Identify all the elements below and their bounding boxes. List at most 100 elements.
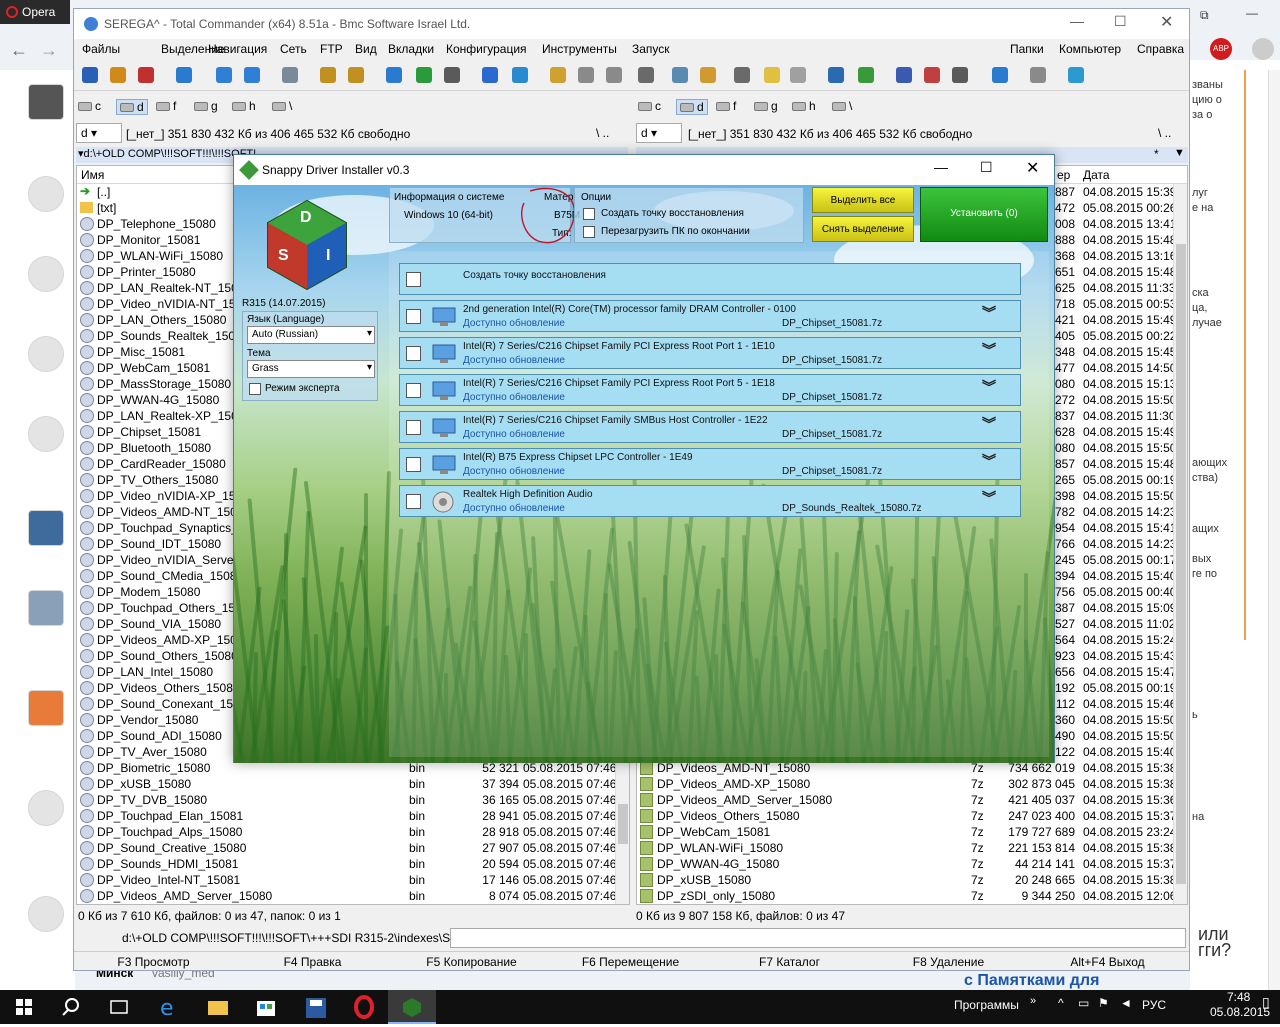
forward-icon[interactable]: →	[40, 40, 58, 61]
toolbar-button-icon[interactable]	[416, 67, 432, 83]
table-row[interactable]: DP_Sound_Creative_15080 bin 27 907 05.08.20…	[77, 840, 616, 856]
left-drive-d[interactable]: d	[116, 99, 148, 115]
toolbar-button-icon[interactable]	[482, 67, 498, 83]
reboot-checkbox[interactable]	[583, 226, 595, 238]
right-scrollbar[interactable]	[1173, 184, 1187, 904]
drive-select-left[interactable]: d ▾	[76, 123, 122, 143]
sdi-close-icon[interactable]: ✕	[1026, 158, 1039, 178]
feed-link[interactable]: с Памятками для	[964, 972, 1099, 990]
driver-checkbox[interactable]	[406, 383, 421, 398]
toolbar-button-icon[interactable]	[320, 67, 336, 83]
toolbar-button-icon[interactable]	[550, 67, 566, 83]
expand-chevron-icon[interactable]: ︾	[982, 343, 996, 357]
toolbar-button-icon[interactable]	[790, 67, 806, 83]
toolbar-button-icon[interactable]	[734, 67, 750, 83]
language-indicator[interactable]: РУС	[1142, 998, 1166, 1012]
menu-7[interactable]: Конфигурация	[446, 42, 527, 56]
fkey-button-6[interactable]: Alt+F4 Выход	[1028, 955, 1187, 969]
toolbar-button-icon[interactable]	[176, 67, 192, 83]
search-icon[interactable]	[48, 990, 96, 1024]
lang-select[interactable]: Auto (Russian) ▾	[247, 326, 375, 344]
drive-select-right[interactable]: d ▾	[636, 123, 682, 143]
menu-5[interactable]: Вид	[355, 42, 377, 56]
restore-row-checkbox[interactable]	[406, 272, 421, 287]
table-row[interactable]: DP_Videos_Others_15080 7z 247 023 400 04.08…	[637, 808, 1176, 824]
table-row[interactable]: DP_WebCam_15081 7z 179 727 689 04.08.2015 2…	[637, 824, 1176, 840]
fkey-button-5[interactable]: F8 Удаление	[869, 955, 1028, 969]
menu-6[interactable]: Вкладки	[388, 42, 434, 56]
command-input[interactable]	[450, 928, 1186, 948]
restore-point-row[interactable]: Создать точку восстановления	[399, 263, 1021, 295]
expand-chevron-icon[interactable]: ︾	[982, 380, 996, 394]
driver-checkbox[interactable]	[406, 420, 421, 435]
deselect-button[interactable]: Снять выделение	[812, 216, 914, 242]
fkey-button-1[interactable]: F4 Правка	[233, 955, 392, 969]
driver-row[interactable]: Intel(R) 7 Series/C216 Chipset Family PC…	[399, 374, 1021, 406]
toolbar-button-icon[interactable]	[216, 67, 232, 83]
table-row[interactable]: DP_WLAN-WiFi_15080 7z 221 153 814 04.08.201…	[637, 840, 1176, 856]
toolbar-button-icon[interactable]	[138, 67, 154, 83]
menu-right-2[interactable]: Справка	[1137, 42, 1184, 56]
expert-mode-checkbox[interactable]	[249, 383, 261, 395]
toolbar-button-icon[interactable]	[700, 67, 716, 83]
col-date-header[interactable]: Дата	[1083, 168, 1110, 182]
driver-checkbox[interactable]	[406, 309, 421, 324]
toolbar-button-icon[interactable]	[244, 67, 260, 83]
sdi-taskbar-icon[interactable]	[388, 990, 436, 1024]
sdi-maximize-icon[interactable]: ☐	[980, 159, 993, 176]
save-icon[interactable]	[292, 990, 340, 1024]
install-button[interactable]: Установить (0)	[920, 187, 1048, 242]
table-row[interactable]: DP_zSDI_only_15080 7z 9 344 250 04.08.2015 …	[637, 888, 1176, 904]
toolbar-button-icon[interactable]	[110, 67, 126, 83]
menu-9[interactable]: Запуск	[632, 42, 670, 56]
right-drive-\[interactable]: \	[832, 99, 852, 113]
menu-right-0[interactable]: Папки	[1010, 42, 1044, 56]
nav-left[interactable]: \ ..	[596, 126, 609, 140]
menu-2[interactable]: Навигация	[208, 42, 267, 56]
nav-right[interactable]: \ ..	[1158, 126, 1171, 140]
menu-right-1[interactable]: Компьютер	[1059, 42, 1121, 56]
expand-chevron-icon[interactable]: ︾	[982, 417, 996, 431]
maximize-icon[interactable]: ☐	[1114, 13, 1127, 30]
close-icon[interactable]: ✕	[1160, 12, 1173, 32]
store-icon[interactable]	[242, 990, 290, 1024]
right-drive-h[interactable]: h	[792, 99, 816, 113]
user-avatar-icon[interactable]	[1252, 38, 1274, 60]
toolbar-button-icon[interactable]	[764, 67, 780, 83]
task-view-icon[interactable]	[96, 990, 144, 1024]
network-icon[interactable]: ▭	[1078, 996, 1089, 1010]
restore-point-checkbox[interactable]	[583, 208, 595, 220]
driver-row[interactable]: Intel(R) 7 Series/C216 Chipset Family SM…	[399, 411, 1021, 443]
driver-row[interactable]: Realtek High Definition Audio Доступно об…	[399, 485, 1021, 517]
programs-toolbar[interactable]: Программы	[954, 998, 1019, 1012]
toolbar-button-icon[interactable]	[952, 67, 968, 83]
toolbar-button-icon[interactable]	[512, 67, 528, 83]
left-drive-c[interactable]: c	[78, 99, 101, 113]
restore-window-icon[interactable]: ⧉	[1200, 8, 1209, 23]
driver-checkbox[interactable]	[406, 494, 421, 509]
right-drive-c[interactable]: c	[638, 99, 661, 113]
explorer-icon[interactable]	[194, 990, 242, 1024]
table-row[interactable]: DP_xUSB_15080 7z 20 248 665 04.08.2015 15:3…	[637, 872, 1176, 888]
toolbar-button-icon[interactable]	[1030, 67, 1046, 83]
toolbar-button-icon[interactable]	[82, 67, 98, 83]
left-drive-f[interactable]: f	[156, 99, 176, 113]
toolbar-button-icon[interactable]	[992, 67, 1008, 83]
toolbar-button-icon[interactable]	[828, 67, 844, 83]
right-drive-g[interactable]: g	[754, 99, 778, 113]
fkey-button-2[interactable]: F5 Копирование	[392, 955, 551, 969]
toolbar-button-icon[interactable]	[672, 67, 688, 83]
right-drive-f[interactable]: f	[716, 99, 736, 113]
left-drive-h[interactable]: h	[232, 99, 256, 113]
right-drive-d[interactable]: d	[676, 99, 708, 115]
toolbar-button-icon[interactable]	[896, 67, 912, 83]
table-row[interactable]: DP_Touchpad_Alps_15080 bin 28 918 05.08.201…	[77, 824, 616, 840]
col-size-header[interactable]: ер	[1057, 168, 1070, 182]
table-row[interactable]: DP_WWAN-4G_15080 7z 44 214 141 04.08.2015 1…	[637, 856, 1176, 872]
table-row[interactable]: DP_Sounds_HDMI_15081 bin 20 594 05.08.2015 …	[77, 856, 616, 872]
right-scroll-thumb[interactable]	[1176, 244, 1186, 884]
flag-icon[interactable]: ⚑	[1098, 996, 1109, 1010]
toolbar-button-icon[interactable]	[444, 67, 460, 83]
start-icon[interactable]	[0, 990, 48, 1024]
sdi-minimize-icon[interactable]: —	[934, 159, 948, 175]
